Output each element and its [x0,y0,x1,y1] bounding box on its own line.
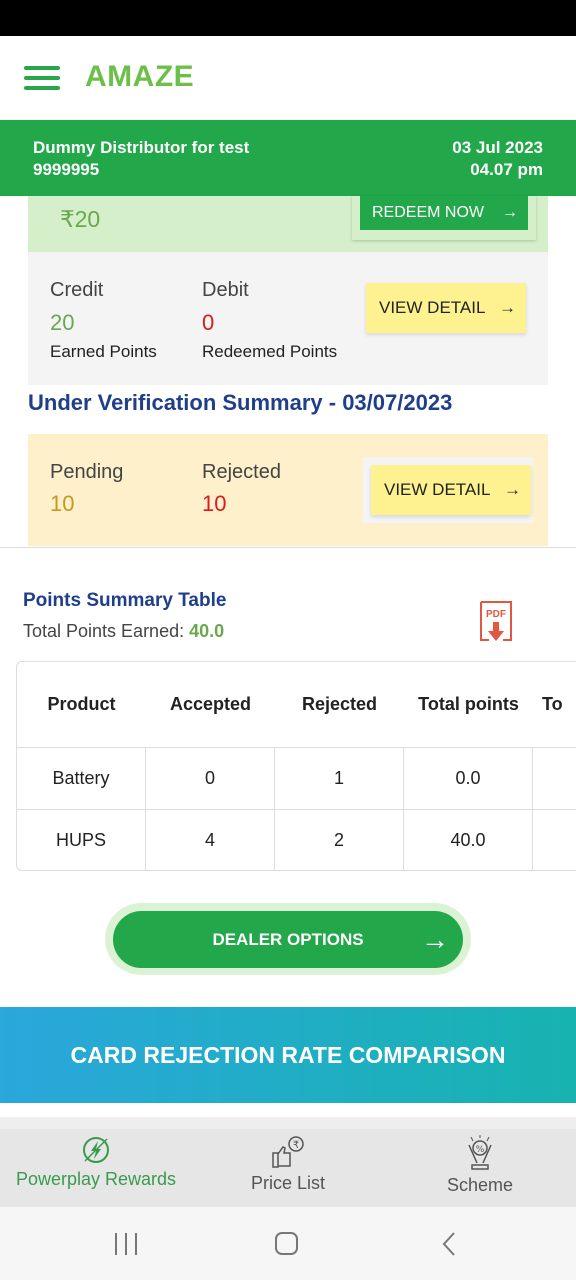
current-time: 04.07 pm [470,160,543,179]
status-bar [0,0,576,36]
table-cell: Battery [17,747,146,809]
hamburger-icon [24,66,60,70]
verification-view-detail-button[interactable]: VIEW DETAIL → [371,465,531,515]
user-info-bar: Dummy Distributor for test 9999995 03 Ju… [0,120,576,196]
total-points-earned: Total Points Earned: 40.0 [23,621,224,642]
home-icon[interactable] [274,1231,300,1257]
pending-value: 10 [50,491,75,516]
table-cell: 2 [275,809,404,870]
divider [0,547,576,548]
svg-text:%: % [476,1145,485,1155]
table-cell: 40.0 [404,809,533,870]
redeem-label: REDEEM NOW [372,204,484,221]
arrow-right-icon: → [504,480,521,499]
verification-card: Pending 10 Rejected 10 VIEW DETAIL → [28,434,548,546]
view-detail-label: VIEW DETAIL [384,480,491,499]
points-summary-title: Points Summary Table [23,590,227,611]
debit-value: 0 [202,310,215,335]
hamburger-line [24,76,60,80]
nav-label: Price List [250,1173,326,1193]
total-value: 40.0 [189,621,225,641]
card-rejection-banner[interactable]: CARD REJECTION RATE COMPARISON [0,1007,576,1103]
hamburger-line [24,86,60,90]
svg-text:₹: ₹ [293,1140,299,1151]
dealer-options-label: DEALER OPTIONS [212,929,364,949]
column-header: To [542,694,563,714]
bottom-navigation: Powerplay Rewards ₹ Price List % Scheme [0,1117,576,1207]
debit-sub: Redeemed Points [202,342,338,361]
thumbs-up-rupee-icon: ₹ [272,1136,304,1168]
dealer-options-button[interactable]: DEALER OPTIONS → [105,903,471,975]
user-name: Dummy Distributor for test [33,138,250,157]
arrow-right-icon: → [502,204,518,221]
table-cell: HUPS [17,809,146,870]
table-cell [533,747,576,809]
column-header: Product [47,694,116,714]
rejected-label: Rejected [202,461,281,483]
rejected-value: 10 [202,491,227,516]
nav-price-list[interactable]: ₹ Price List [192,1129,384,1207]
table-cell [533,809,576,870]
nav-label: Powerplay Rewards [15,1169,177,1189]
table-cell: 0.0 [404,747,533,809]
nav-label: Scheme [446,1175,514,1195]
credit-sub: Earned Points [50,342,157,361]
verification-title: Under Verification Summary - 03/07/2023 [28,390,453,415]
table-cell: 4 [146,809,275,870]
table-cell: 0 [146,747,275,809]
column-header: Total points [418,694,519,714]
nav-powerplay-rewards[interactable]: Powerplay Rewards [0,1129,192,1207]
debit-label: Debit [202,279,249,301]
back-icon[interactable] [440,1231,460,1257]
points-card: Credit 20 Earned Points Debit 0 Redeemed… [28,252,548,385]
column-header: Accepted [169,694,252,714]
user-id: 9999995 [33,160,100,179]
credit-label: Credit [50,279,104,301]
pending-label: Pending [50,461,124,483]
arrow-right-icon: → [499,298,516,317]
pdf-download-icon[interactable]: PDF [478,600,514,644]
menu-button[interactable] [20,62,64,94]
recent-apps-icon[interactable] [113,1231,139,1257]
redeem-now-button[interactable]: REDEEM NOW → [352,196,536,240]
points-summary-table: Product Accepted Rejected Total points To Bat… [16,661,576,871]
wallet-amount: ₹20 [60,206,101,232]
arrow-right-icon: → [421,923,449,955]
scheme-trophy-icon: % [468,1135,492,1170]
table-cell: 1 [275,747,404,809]
credit-value: 20 [50,310,75,335]
total-label: Total Points Earned: [23,621,185,641]
view-detail-label: VIEW DETAIL [379,298,486,317]
points-view-detail-button[interactable]: VIEW DETAIL → [366,283,526,333]
current-date: 03 Jul 2023 [452,138,543,157]
system-navigation-bar [0,1207,576,1280]
powerplay-icon [83,1137,109,1163]
nav-scheme[interactable]: % Scheme [384,1129,576,1207]
app-logo: AMAZE [85,60,195,93]
svg-text:PDF: PDF [486,609,506,620]
column-header: Rejected [301,694,378,714]
